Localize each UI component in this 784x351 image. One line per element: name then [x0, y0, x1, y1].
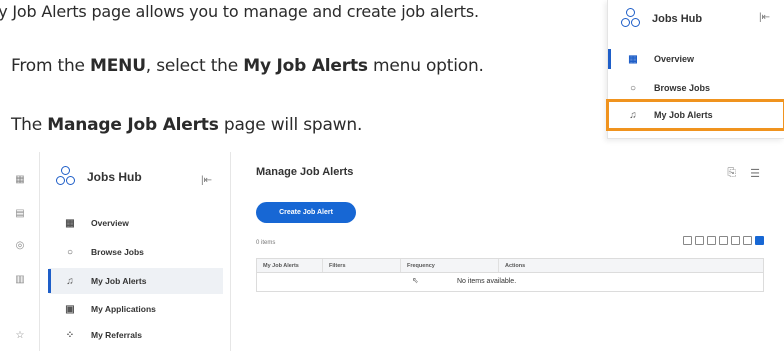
sidebar-item-label: My Referrals: [91, 330, 143, 340]
sidebar-item-browse-jobs[interactable]: ○ Browse Jobs: [49, 239, 223, 265]
column-header[interactable]: Frequency: [401, 259, 499, 272]
sidebar-menu: Jobs Hub |⇤ ▦ Overview ○ Browse Jobs ♫ M…: [41, 152, 231, 351]
column-header[interactable]: Filters: [323, 259, 401, 272]
inset-menu-header: Jobs Hub: [620, 4, 702, 34]
job-alerts-table: My Job Alerts Filters Frequency Actions …: [256, 258, 764, 292]
columns-icon[interactable]: [719, 236, 728, 245]
column-header[interactable]: My Job Alerts: [257, 259, 323, 272]
icon-rail: ▦ ▤ ◎ ▥ ☆: [0, 152, 40, 351]
sidebar-item-my-referrals[interactable]: ⁘ My Referrals: [49, 322, 223, 348]
page-title: Manage Job Alerts: [256, 166, 354, 178]
list-view-icon[interactable]: [743, 236, 752, 245]
document-icon[interactable]: ▤: [13, 208, 27, 222]
column-header[interactable]: Actions: [499, 259, 763, 272]
referral-icon: ⁘: [65, 329, 75, 341]
inset-menu-title: Jobs Hub: [652, 13, 703, 25]
sidebar-item-label: My Job Alerts: [91, 276, 147, 286]
inset-item-label: Browse Jobs: [654, 83, 711, 93]
search-icon: ○: [629, 82, 637, 94]
table-view-icon[interactable]: [755, 236, 764, 245]
main-panel: Manage Job Alerts ⎘ ☰ Create Job Alert 0…: [232, 152, 784, 351]
sidebar-item-label: Overview: [91, 218, 129, 228]
sidebar-item-my-applications[interactable]: ▣ My Applications: [49, 296, 223, 322]
jobs-hub-logo-icon: [620, 8, 642, 30]
settings-icon[interactable]: ☰: [750, 167, 760, 180]
table-header: My Job Alerts Filters Frequency Actions: [257, 259, 763, 273]
sidebar-title: Jobs Hub: [87, 170, 142, 184]
collapse-icon[interactable]: |⇤: [201, 175, 212, 186]
page-actions: ⎘ ☰: [727, 167, 760, 180]
highlight-box: [606, 99, 784, 131]
search-icon[interactable]: ◎: [13, 240, 27, 254]
step-menu-instruction: From the MENU, select the My Job Alerts …: [11, 56, 484, 76]
sidebar-header: Jobs Hub: [55, 166, 142, 188]
sidebar-item-label: My Applications: [91, 304, 156, 314]
step-page-instruction: The Manage Job Alerts page will spawn.: [11, 115, 363, 135]
grid-toolbar: [683, 236, 764, 245]
pdf-icon[interactable]: [695, 236, 704, 245]
grid-icon: ▦: [628, 53, 638, 65]
apps-icon[interactable]: ▦: [13, 174, 27, 188]
chart-icon[interactable]: ▥: [13, 274, 27, 288]
inset-item-overview[interactable]: ▦ Overview: [608, 48, 784, 70]
bell-icon: ♫: [66, 275, 74, 287]
filter-icon[interactable]: [707, 236, 716, 245]
jobs-hub-logo-icon: [55, 166, 77, 188]
search-icon: ○: [66, 246, 74, 258]
app-screenshot: ▦ ▤ ◎ ▥ ☆ Jobs Hub |⇤ ▦ Overview ○ Brows…: [0, 152, 784, 351]
export-icon[interactable]: ⎘: [727, 167, 736, 180]
sidebar-item-overview[interactable]: ▦ Overview: [49, 210, 223, 236]
cursor-icon: ⇖: [412, 276, 419, 285]
inset-item-label: Overview: [654, 54, 695, 64]
empty-row: ⇖ No items available.: [257, 273, 763, 292]
excel-icon[interactable]: [683, 236, 692, 245]
star-icon[interactable]: ☆: [13, 330, 27, 344]
items-count: 0 items: [256, 240, 276, 246]
fullscreen-icon[interactable]: [731, 236, 740, 245]
inset-item-browse-jobs[interactable]: ○ Browse Jobs: [608, 77, 784, 99]
sidebar-item-label: Browse Jobs: [91, 247, 144, 257]
grid-icon: ▦: [65, 217, 75, 229]
empty-message: No items available.: [457, 278, 517, 285]
sidebar-item-my-job-alerts[interactable]: ♫ My Job Alerts: [48, 268, 223, 294]
document-icon: ▣: [65, 303, 75, 315]
create-job-alert-button[interactable]: Create Job Alert: [256, 202, 356, 223]
intro-text: ly Job Alerts page allows you to manage …: [0, 2, 479, 21]
collapse-icon[interactable]: |⇤: [759, 12, 770, 23]
